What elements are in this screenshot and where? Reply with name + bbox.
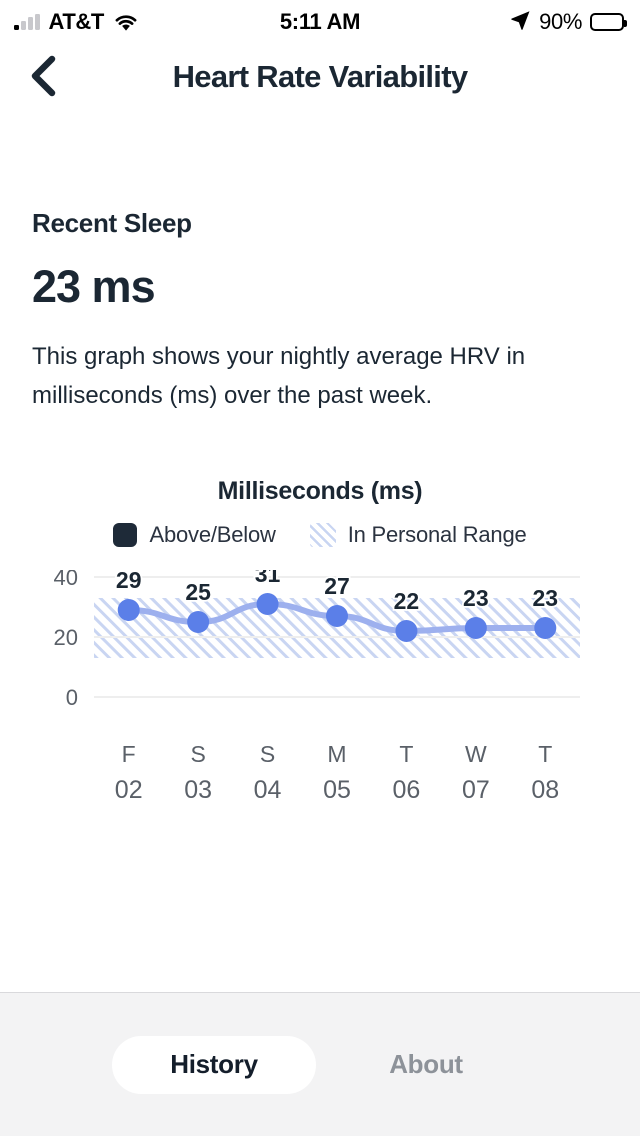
chart-plot: 0 20 40 29 25 31 27 22 23 23 F 02 S 03 S 04 M 05 T 06 W 07 T 08 (32, 570, 608, 830)
signal-bars-icon (14, 14, 40, 30)
svg-text:06: 06 (393, 776, 421, 804)
status-bar-right: 90% (509, 9, 627, 36)
main-content: Recent Sleep 23 ms This graph shows your… (0, 208, 640, 830)
battery-percent-label: 90% (539, 9, 582, 34)
svg-text:22: 22 (394, 588, 420, 614)
svg-text:08: 08 (531, 776, 559, 804)
tab-about[interactable]: About (324, 1036, 528, 1094)
svg-text:02: 02 (115, 776, 143, 804)
svg-text:31: 31 (255, 570, 281, 587)
svg-text:05: 05 (323, 776, 351, 804)
hrv-line-chart: 0 20 40 29 25 31 27 22 23 23 F 02 S 03 S 04 M 05 T 06 W 07 T 08 (54, 570, 580, 804)
wifi-icon (113, 13, 139, 32)
svg-text:03: 03 (184, 776, 212, 804)
status-bar: AT&T 5:11 AM 90% (0, 0, 640, 44)
back-button[interactable] (20, 53, 68, 101)
svg-text:07: 07 (462, 776, 490, 804)
legend-label-above-below: Above/Below (149, 522, 276, 547)
legend-item-in-personal-range: In Personal Range (309, 522, 527, 548)
svg-text:20: 20 (54, 625, 78, 650)
svg-text:M: M (327, 741, 346, 767)
metric-description: This graph shows your nightly average HR… (32, 343, 526, 409)
svg-text:27: 27 (324, 573, 350, 599)
svg-text:S: S (190, 741, 205, 767)
status-bar-left: AT&T (14, 9, 139, 35)
svg-text:T: T (538, 741, 552, 767)
location-arrow-icon (509, 9, 531, 36)
svg-text:29: 29 (116, 570, 142, 593)
navigation-bar: Heart Rate Variability (0, 44, 640, 110)
svg-text:23: 23 (463, 585, 489, 611)
battery-icon (590, 13, 627, 31)
legend-label-in-personal-range: In Personal Range (347, 522, 527, 547)
tab-history[interactable]: History (112, 1035, 316, 1094)
chart-block: Milliseconds (ms) Above/Below In Persona… (32, 477, 608, 830)
svg-text:23: 23 (532, 585, 558, 611)
legend-swatch-solid-icon (113, 523, 138, 547)
chart-legend: Above/Below In Personal Range (32, 522, 608, 548)
metric-value: 23 ms (32, 261, 156, 312)
svg-text:04: 04 (254, 776, 282, 804)
page-title: Heart Rate Variability (172, 59, 468, 94)
svg-text:25: 25 (185, 579, 211, 605)
svg-text:0: 0 (66, 685, 78, 710)
svg-text:T: T (399, 741, 413, 767)
chart-title: Milliseconds (ms) (217, 477, 423, 505)
svg-text:W: W (465, 741, 487, 767)
chevron-left-icon (28, 54, 60, 101)
section-label: Recent Sleep (32, 208, 192, 238)
legend-item-above-below: Above/Below (113, 522, 276, 548)
bottom-tab-bar: History About (0, 992, 640, 1136)
svg-text:F: F (122, 741, 136, 767)
svg-text:40: 40 (54, 570, 78, 590)
legend-swatch-hatch-icon (309, 523, 336, 547)
svg-text:S: S (260, 741, 275, 767)
carrier-label: AT&T (48, 9, 105, 34)
